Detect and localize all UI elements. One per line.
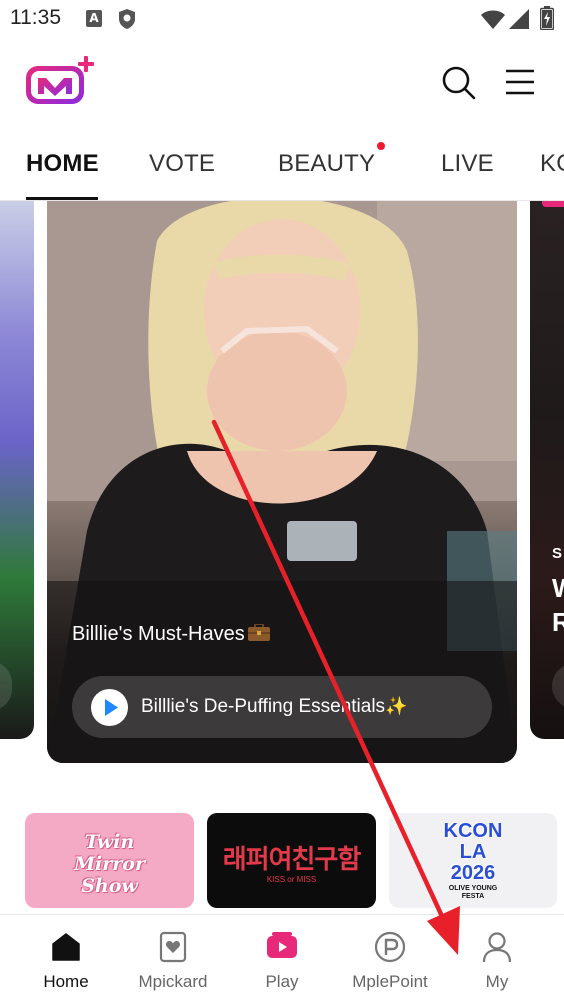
next-card-line2: W [552, 571, 564, 605]
next-card-line1: S [552, 545, 563, 562]
play-icon [105, 699, 118, 716]
status-time: 11:35 [10, 6, 61, 29]
nav-play-label: Play [265, 972, 299, 991]
carousel-card-main[interactable]: Billlie's Must-Haves Billlie's De-Puffin… [47, 201, 517, 763]
banner1-line2: Mirror [74, 853, 145, 875]
banner-korean-show[interactable]: 래퍼여친구함 KISS or MISS [207, 813, 376, 908]
banner2-subtitle: KISS or MISS [266, 875, 317, 884]
banner3-sub2: FESTA [461, 893, 485, 900]
banner-twin-mirror-show[interactable]: Twin Mirror Show [25, 813, 194, 908]
status-bar: 11:35 A [0, 0, 564, 40]
banner3-line2: LA [459, 841, 487, 863]
search-icon[interactable] [438, 62, 478, 102]
mpickard-icon [159, 931, 187, 963]
banner2-title: 래퍼여친구함 [222, 844, 362, 874]
tab-vote[interactable]: VOTE [149, 150, 215, 178]
kcon-logo: KCON LA 2026 [389, 821, 557, 884]
banner-kcon-la[interactable]: KCON LA 2026 OLIVE YOUNG FESTA [389, 813, 557, 908]
tab-more[interactable]: KO [540, 150, 564, 178]
shortcut-banners: Twin Mirror Show 래퍼여친구함 KISS or MISS KCO… [0, 813, 564, 908]
hero-carousel[interactable]: Billlie's Must-Haves Billlie's De-Puffin… [0, 201, 564, 771]
bottom-navigation: Home Mpickard Play MplePoint My [0, 914, 564, 1004]
play-icon [267, 932, 297, 958]
nav-home-label: Home [43, 972, 89, 991]
nav-my[interactable]: My [442, 915, 552, 1004]
play-button[interactable] [91, 689, 128, 726]
hamburger-menu-icon[interactable] [500, 62, 540, 102]
nav-mpickard[interactable]: Mpickard [118, 915, 228, 1004]
card-title: Billlie's Must-Haves [72, 623, 271, 646]
nav-play[interactable]: Play [227, 915, 337, 1004]
battery-icon [540, 6, 554, 30]
banner1-line1: Twin [84, 831, 135, 853]
tab-home[interactable]: HOME [26, 150, 99, 178]
signal-icon [509, 9, 529, 29]
banner3-sub1: OLIVE YOUNG [448, 885, 498, 892]
new-indicator-dot [377, 142, 385, 150]
banner3-line3: 2026 [450, 862, 496, 884]
mnet-plus-logo[interactable] [24, 56, 96, 106]
briefcase-emoji-icon [247, 624, 270, 641]
mplepoint-icon [374, 931, 406, 963]
nav-my-label: My [485, 972, 509, 991]
next-card-tag [542, 201, 564, 207]
shield-icon [119, 9, 135, 29]
nav-home[interactable]: Home [11, 915, 121, 1004]
wifi-icon [481, 10, 505, 29]
carousel-card-previous[interactable] [0, 201, 34, 739]
card-title-text: Billlie's Must-Haves [72, 623, 245, 645]
twin-mirror-show-logo: Twin Mirror Show [25, 831, 194, 897]
sparkles-icon: ✨ [385, 696, 408, 716]
card-play-pill[interactable]: Billlie's De-Puffing Essentials✨ [72, 676, 492, 738]
nav-mplepoint-label: MplePoint [352, 972, 428, 991]
banner3-line1: KCON [443, 820, 503, 842]
user-icon [482, 932, 512, 963]
pill-text-label: Billlie's De-Puffing Essentials [141, 696, 386, 717]
carousel-card-next[interactable] [530, 201, 564, 739]
nav-mplepoint[interactable]: MplePoint [335, 915, 445, 1004]
app-header [0, 40, 564, 130]
next-card-text: S W R [552, 537, 564, 639]
tab-live[interactable]: LIVE [441, 150, 494, 178]
tab-beauty[interactable]: BEAUTY [278, 150, 375, 178]
home-icon [52, 933, 80, 961]
next-card-line3: R [552, 607, 564, 637]
nav-mpickard-label: Mpickard [138, 972, 208, 991]
notification-a-icon: A [86, 10, 102, 27]
banner1-line3: Show [81, 875, 138, 897]
kcon-sublabel: OLIVE YOUNG FESTA [389, 885, 557, 901]
pill-text: Billlie's De-Puffing Essentials✨ [141, 696, 407, 718]
category-tabs: HOME VOTE BEAUTY LIVE KO [0, 130, 564, 202]
